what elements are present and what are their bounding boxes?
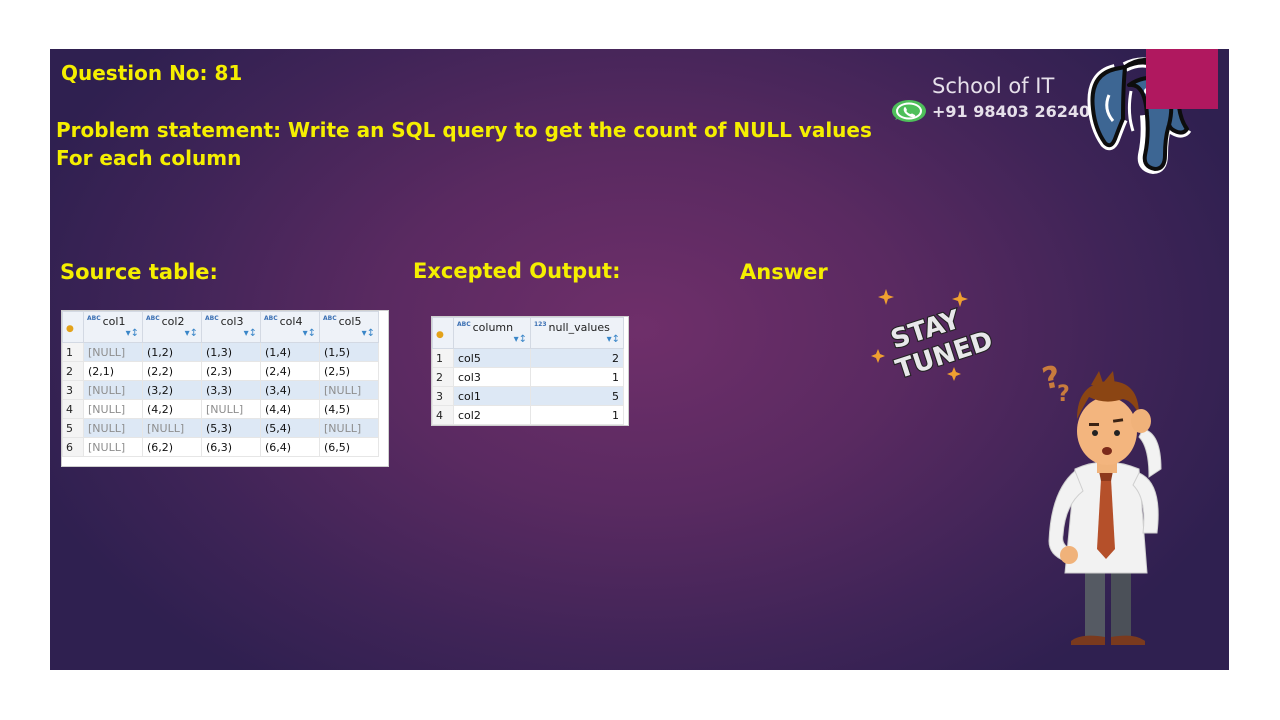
filter-sort-icon[interactable]: ▾↕ — [303, 328, 316, 339]
table-row[interactable]: 1 [NULL] (1,2) (1,3) (1,4) (1,5) — [62, 342, 379, 362]
filter-sort-icon[interactable]: ▾↕ — [244, 328, 257, 339]
filter-sort-icon[interactable]: ▾↕ — [514, 334, 527, 345]
table-row[interactable]: 5 [NULL] [NULL] (5,3) (5,4) [NULL] — [62, 418, 379, 438]
svg-text:?: ? — [1057, 382, 1070, 407]
table-row[interactable]: 2 (2,1) (2,2) (2,3) (2,4) (2,5) — [62, 361, 379, 381]
confused-man-illustration: ? ? — [1039, 359, 1162, 645]
top-ribbon — [1146, 49, 1218, 109]
expected-output-label: Excepted Output: — [413, 259, 621, 283]
table-row[interactable]: 2 col3 1 — [432, 367, 624, 387]
filter-sort-icon[interactable]: ▾↕ — [126, 328, 139, 339]
source-header-row: ● ABC col1 ▾↕ ABC col2 ▾↕ ABC col3 ▾↕ ABC col4 ▾… — [62, 311, 379, 343]
table-row[interactable]: 1 col5 2 — [432, 348, 624, 368]
grid-corner: ● — [62, 311, 84, 343]
problem-statement: Problem statement: Write an SQL query to… — [56, 116, 872, 172]
whatsapp-icon — [892, 100, 926, 122]
filter-sort-icon[interactable]: ▾↕ — [362, 328, 375, 339]
source-table-grid[interactable]: ● ABC col1 ▾↕ ABC col2 ▾↕ ABC col3 ▾↕ ABC col4 ▾… — [61, 310, 389, 467]
sticker-text: STAYTUNED — [883, 297, 997, 385]
table-row[interactable]: 3 col1 5 — [432, 386, 624, 406]
grid-corner: ● — [432, 317, 454, 349]
problem-line-1: Problem statement: Write an SQL query to… — [56, 118, 872, 142]
column-header[interactable]: ABC col2 ▾↕ — [142, 311, 202, 343]
column-header[interactable]: ABC column ▾↕ — [453, 317, 531, 349]
column-header[interactable]: ABC col4 ▾↕ — [260, 311, 320, 343]
source-table-label: Source table: — [60, 260, 218, 284]
table-row[interactable]: 3 [NULL] (3,2) (3,3) (3,4) [NULL] — [62, 380, 379, 400]
answer-label: Answer — [740, 260, 828, 284]
phone-contact: +91 98403 26240 — [890, 99, 1090, 123]
table-row[interactable]: 6 [NULL] (6,2) (6,3) (6,4) (6,5) — [62, 437, 379, 457]
question-number: Question No: 81 — [61, 61, 243, 85]
expected-output-grid[interactable]: ● ABC column ▾↕ 123 null_values ▾↕ 1 col5 2 … — [431, 316, 629, 426]
column-header[interactable]: ABC col1 ▾↕ — [83, 311, 143, 343]
column-header[interactable]: ABC col5 ▾↕ — [319, 311, 379, 343]
brand-name: School of IT — [932, 74, 1055, 98]
filter-sort-icon[interactable]: ▾↕ — [607, 334, 620, 345]
filter-sort-icon[interactable]: ▾↕ — [185, 328, 198, 339]
table-row[interactable]: 4 col2 1 — [432, 405, 624, 425]
column-header[interactable]: ABC col3 ▾↕ — [201, 311, 261, 343]
table-row[interactable]: 4 [NULL] (4,2) [NULL] (4,4) (4,5) — [62, 399, 379, 419]
slide: Question No: 81 Problem statement: Write… — [50, 49, 1229, 670]
problem-line-2: For each column — [56, 146, 242, 170]
output-header-row: ● ABC column ▾↕ 123 null_values ▾↕ — [432, 317, 624, 349]
phone-number: +91 98403 26240 — [932, 101, 1091, 121]
column-header[interactable]: 123 null_values ▾↕ — [530, 317, 624, 349]
stay-tuned-sticker: STAYTUNED — [871, 289, 998, 386]
